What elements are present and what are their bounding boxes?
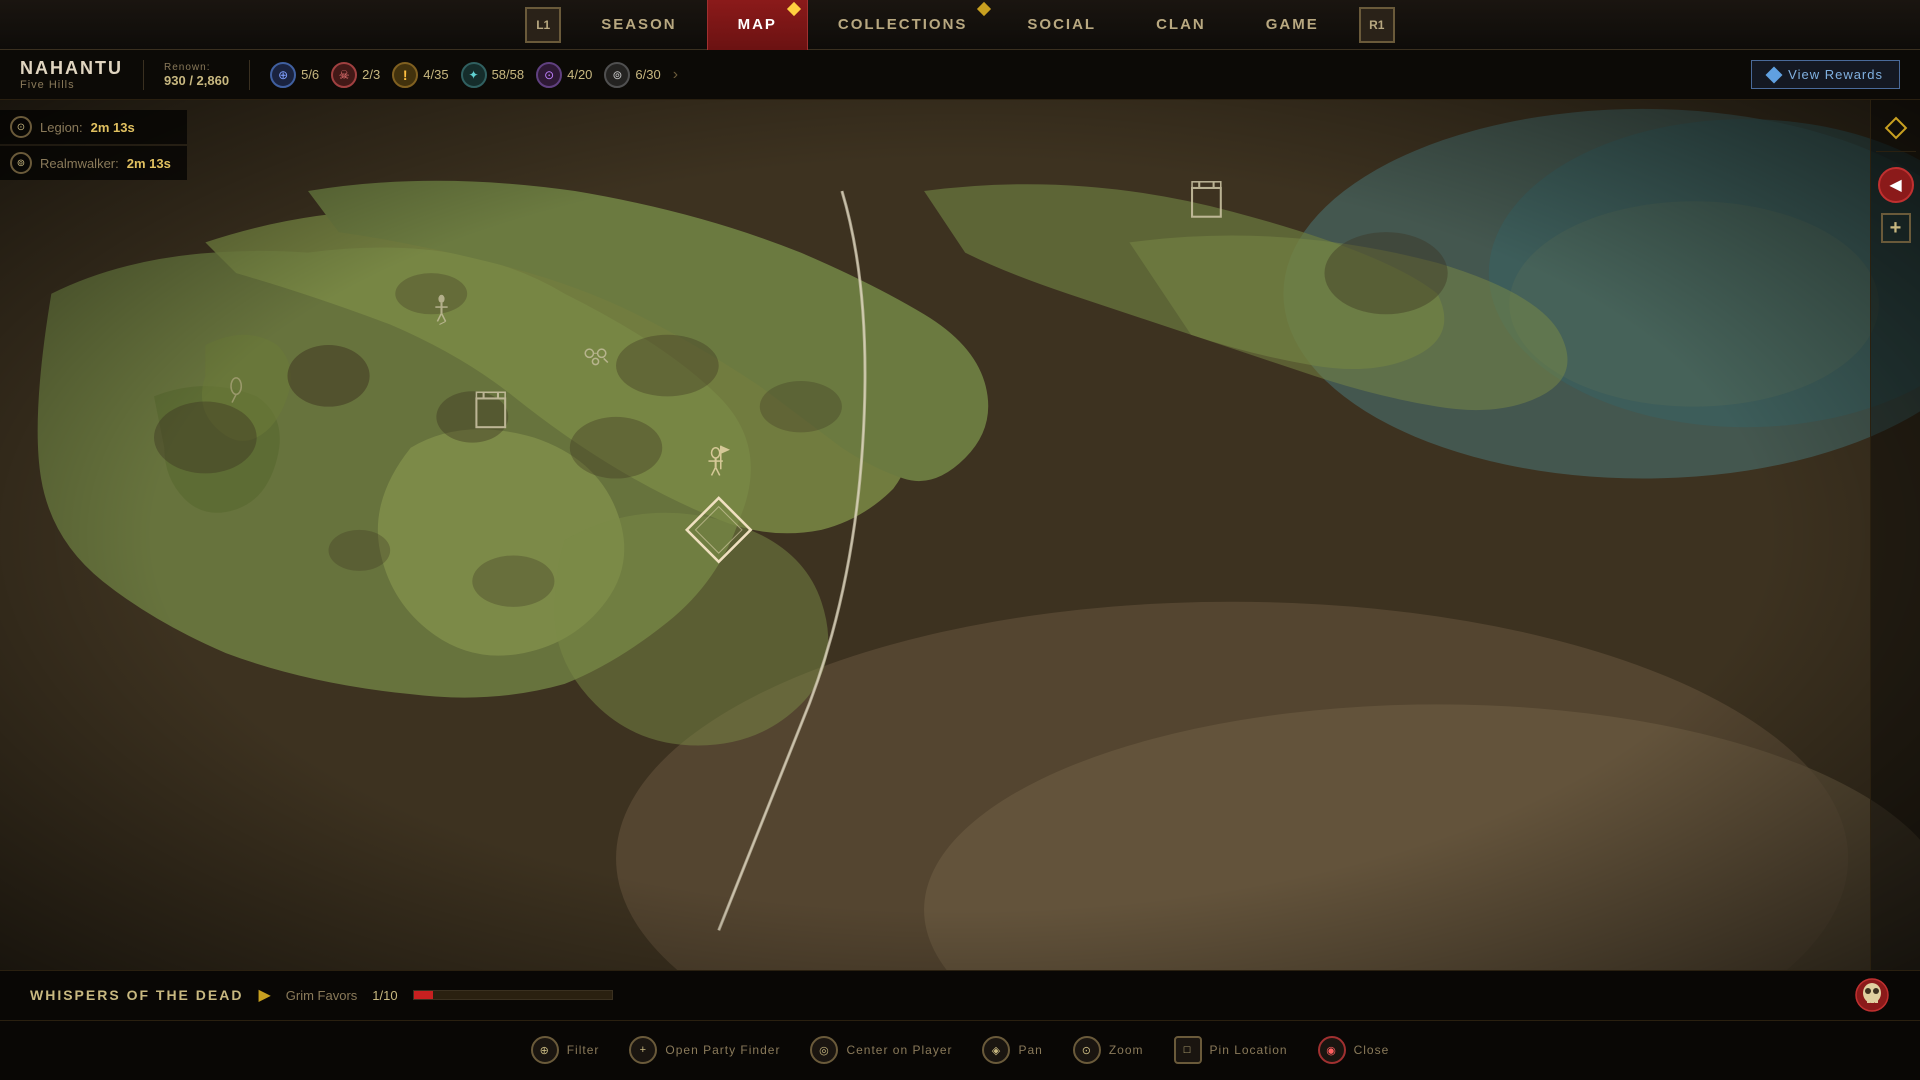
- realmwalker-icon: ⊚: [10, 152, 32, 174]
- zoom-icon: ⊙: [1073, 1036, 1101, 1064]
- realmwalker-value: 2m 13s: [127, 156, 171, 171]
- divider: [143, 60, 144, 90]
- location-bar: NAHANTU Five Hills Renown: 930 / 2,860 ⊕…: [0, 50, 1920, 100]
- nav-social[interactable]: SOCIAL: [997, 0, 1126, 50]
- kill-icon: ☠: [331, 62, 357, 88]
- nav-collections[interactable]: COLLECTIONS: [808, 0, 998, 50]
- navigate-back-button[interactable]: ◀: [1878, 167, 1914, 203]
- r1-trigger[interactable]: R1: [1359, 7, 1395, 43]
- cellar-icon: ✦: [461, 62, 487, 88]
- view-rewards-button[interactable]: View Rewards: [1751, 60, 1900, 89]
- renown-value: 930 / 2,860: [164, 73, 229, 88]
- stat-group: ⊕ 5/6 ☠ 2/3 ! 4/35 ✦ 58/58 ⊙ 4/20 ⊚ 6/30…: [270, 62, 678, 88]
- nav-game[interactable]: GAME: [1236, 0, 1349, 50]
- rewards-diamond-icon: [1766, 66, 1783, 83]
- stat-item-side: ⊚ 6/30: [604, 62, 660, 88]
- close-label: Close: [1354, 1043, 1390, 1057]
- divider2: [249, 60, 250, 90]
- filter-label: Filter: [567, 1043, 600, 1057]
- map-svg: [0, 100, 1920, 970]
- location-name: NAHANTU: [20, 58, 123, 79]
- renown-block: Renown: 930 / 2,860: [164, 62, 229, 88]
- timer-panel: ⊙ Legion: 2m 13s ⊚ Realmwalker: 2m 13s: [0, 110, 187, 180]
- bottom-bar: WHISPERS OF THE DEAD ▶ Grim Favors 1/10 …: [0, 970, 1920, 1080]
- right-controls-panel: ◀ +: [1870, 100, 1920, 970]
- quest-skull-icon: [1854, 977, 1890, 1013]
- renown-label: Renown:: [164, 62, 210, 73]
- quest-bar: WHISPERS OF THE DEAD ▶ Grim Favors 1/10: [0, 971, 1920, 1021]
- pan-control[interactable]: ◈ Pan: [982, 1036, 1042, 1064]
- party-finder-label: Open Party Finder: [665, 1043, 780, 1057]
- pan-icon: ◈: [982, 1036, 1010, 1064]
- stat-item-cellars: ✦ 58/58: [461, 62, 525, 88]
- pan-label: Pan: [1018, 1043, 1042, 1057]
- controls-bar: ⊕ Filter + Open Party Finder ◎ Center on…: [0, 1021, 1920, 1080]
- pin-location-icon: □: [1174, 1036, 1202, 1064]
- nav-season[interactable]: SEASON: [571, 0, 706, 50]
- legion-value: 2m 13s: [91, 120, 135, 135]
- zoom-label: Zoom: [1109, 1043, 1144, 1057]
- waypoint-icon: ⊙: [536, 62, 562, 88]
- close-control[interactable]: ◉ Close: [1318, 1036, 1390, 1064]
- legion-label: Legion:: [40, 120, 83, 135]
- center-player-icon: ◎: [810, 1036, 838, 1064]
- quest-progress-fill: [414, 991, 434, 999]
- zoom-in-button[interactable]: +: [1881, 213, 1911, 243]
- top-navigation: L1 SEASON MAP COLLECTIONS SOCIAL CLAN GA…: [0, 0, 1920, 50]
- dungeon-icon: ⊕: [270, 62, 296, 88]
- filter-control[interactable]: ⊕ Filter: [531, 1036, 600, 1064]
- quest-icon-stat: !: [392, 62, 418, 88]
- party-finder-control[interactable]: + Open Party Finder: [629, 1036, 780, 1064]
- legion-icon: ⊙: [10, 116, 32, 138]
- filter-icon: ⊕: [531, 1036, 559, 1064]
- stat-item-quests: ! 4/35: [392, 62, 448, 88]
- location-subname: Five Hills: [20, 79, 123, 91]
- zoom-control[interactable]: ⊙ Zoom: [1073, 1036, 1144, 1064]
- nav-clan[interactable]: CLAN: [1126, 0, 1236, 50]
- pin-location-label: Pin Location: [1210, 1043, 1288, 1057]
- pin-location-control[interactable]: □ Pin Location: [1174, 1036, 1288, 1064]
- side-icon: ⊚: [604, 62, 630, 88]
- quest-title: WHISPERS OF THE DEAD: [30, 987, 243, 1003]
- stat-item-dungeons: ⊕ 5/6: [270, 62, 319, 88]
- quest-arrow-icon: ▶: [258, 985, 270, 1005]
- center-player-control[interactable]: ◎ Center on Player: [810, 1036, 952, 1064]
- stat-arrow[interactable]: ›: [673, 66, 678, 84]
- map-diamond-icon: [787, 1, 801, 15]
- realmwalker-label: Realmwalker:: [40, 156, 119, 171]
- timer-realmwalker: ⊚ Realmwalker: 2m 13s: [0, 146, 187, 180]
- close-icon: ◉: [1318, 1036, 1346, 1064]
- l1-trigger[interactable]: L1: [525, 7, 561, 43]
- quest-progress-text: 1/10: [372, 988, 397, 1003]
- quest-subtitle: Grim Favors: [286, 988, 358, 1003]
- quest-progress-bar: [413, 990, 613, 1000]
- stat-item-kill: ☠ 2/3: [331, 62, 380, 88]
- collections-diamond-icon: [977, 1, 991, 15]
- minimap-diamond-icon[interactable]: [1884, 117, 1907, 140]
- center-player-label: Center on Player: [846, 1043, 952, 1057]
- stat-item-waypoints: ⊙ 4/20: [536, 62, 592, 88]
- party-finder-icon: +: [629, 1036, 657, 1064]
- map-container[interactable]: [0, 100, 1920, 970]
- nav-map[interactable]: MAP: [707, 0, 808, 50]
- timer-legion: ⊙ Legion: 2m 13s: [0, 110, 187, 144]
